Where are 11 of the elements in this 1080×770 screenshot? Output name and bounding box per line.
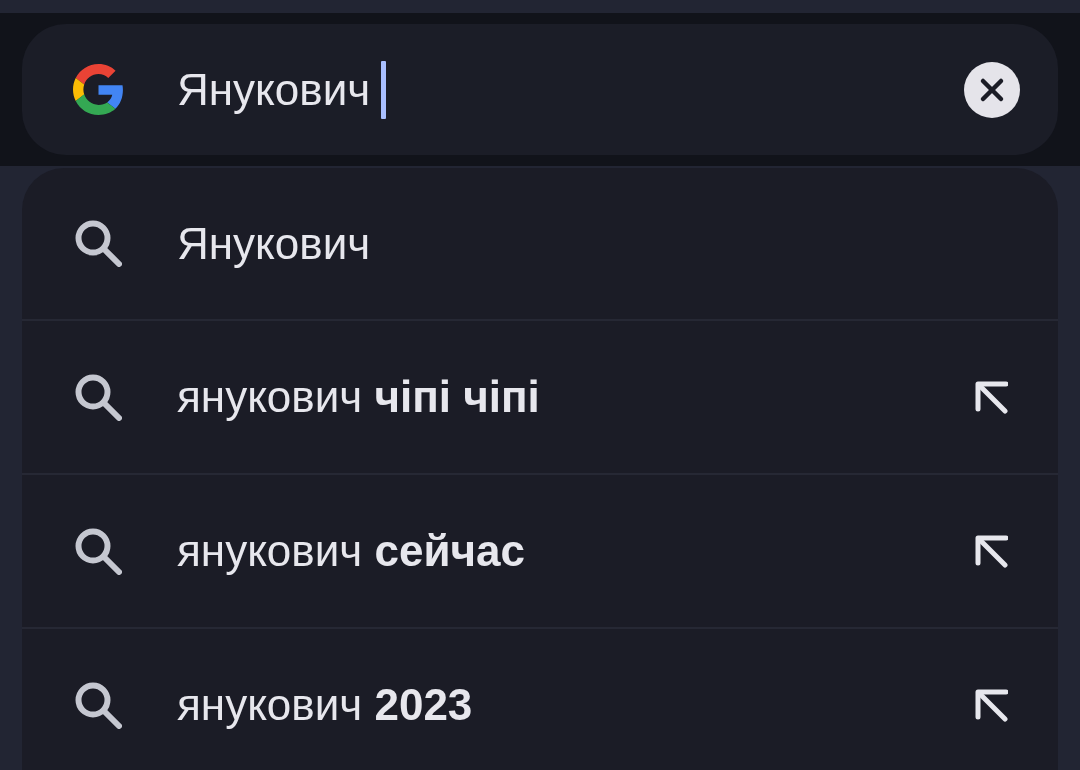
close-icon xyxy=(979,76,1005,103)
suggestion-text[interactable]: янукович 2023 xyxy=(177,680,473,730)
suggestion-text[interactable]: янукович сейчас xyxy=(177,526,525,576)
search-icon xyxy=(75,527,122,575)
search-icon xyxy=(75,220,122,267)
search-input[interactable]: Янукович xyxy=(177,54,964,125)
suggestion-text[interactable]: янукович чіпі чіпі xyxy=(177,372,540,422)
search-icon xyxy=(75,681,122,729)
suggestion-text[interactable]: Янукович xyxy=(177,218,371,269)
search-icon xyxy=(75,373,122,421)
g-logo-icon xyxy=(73,64,124,115)
